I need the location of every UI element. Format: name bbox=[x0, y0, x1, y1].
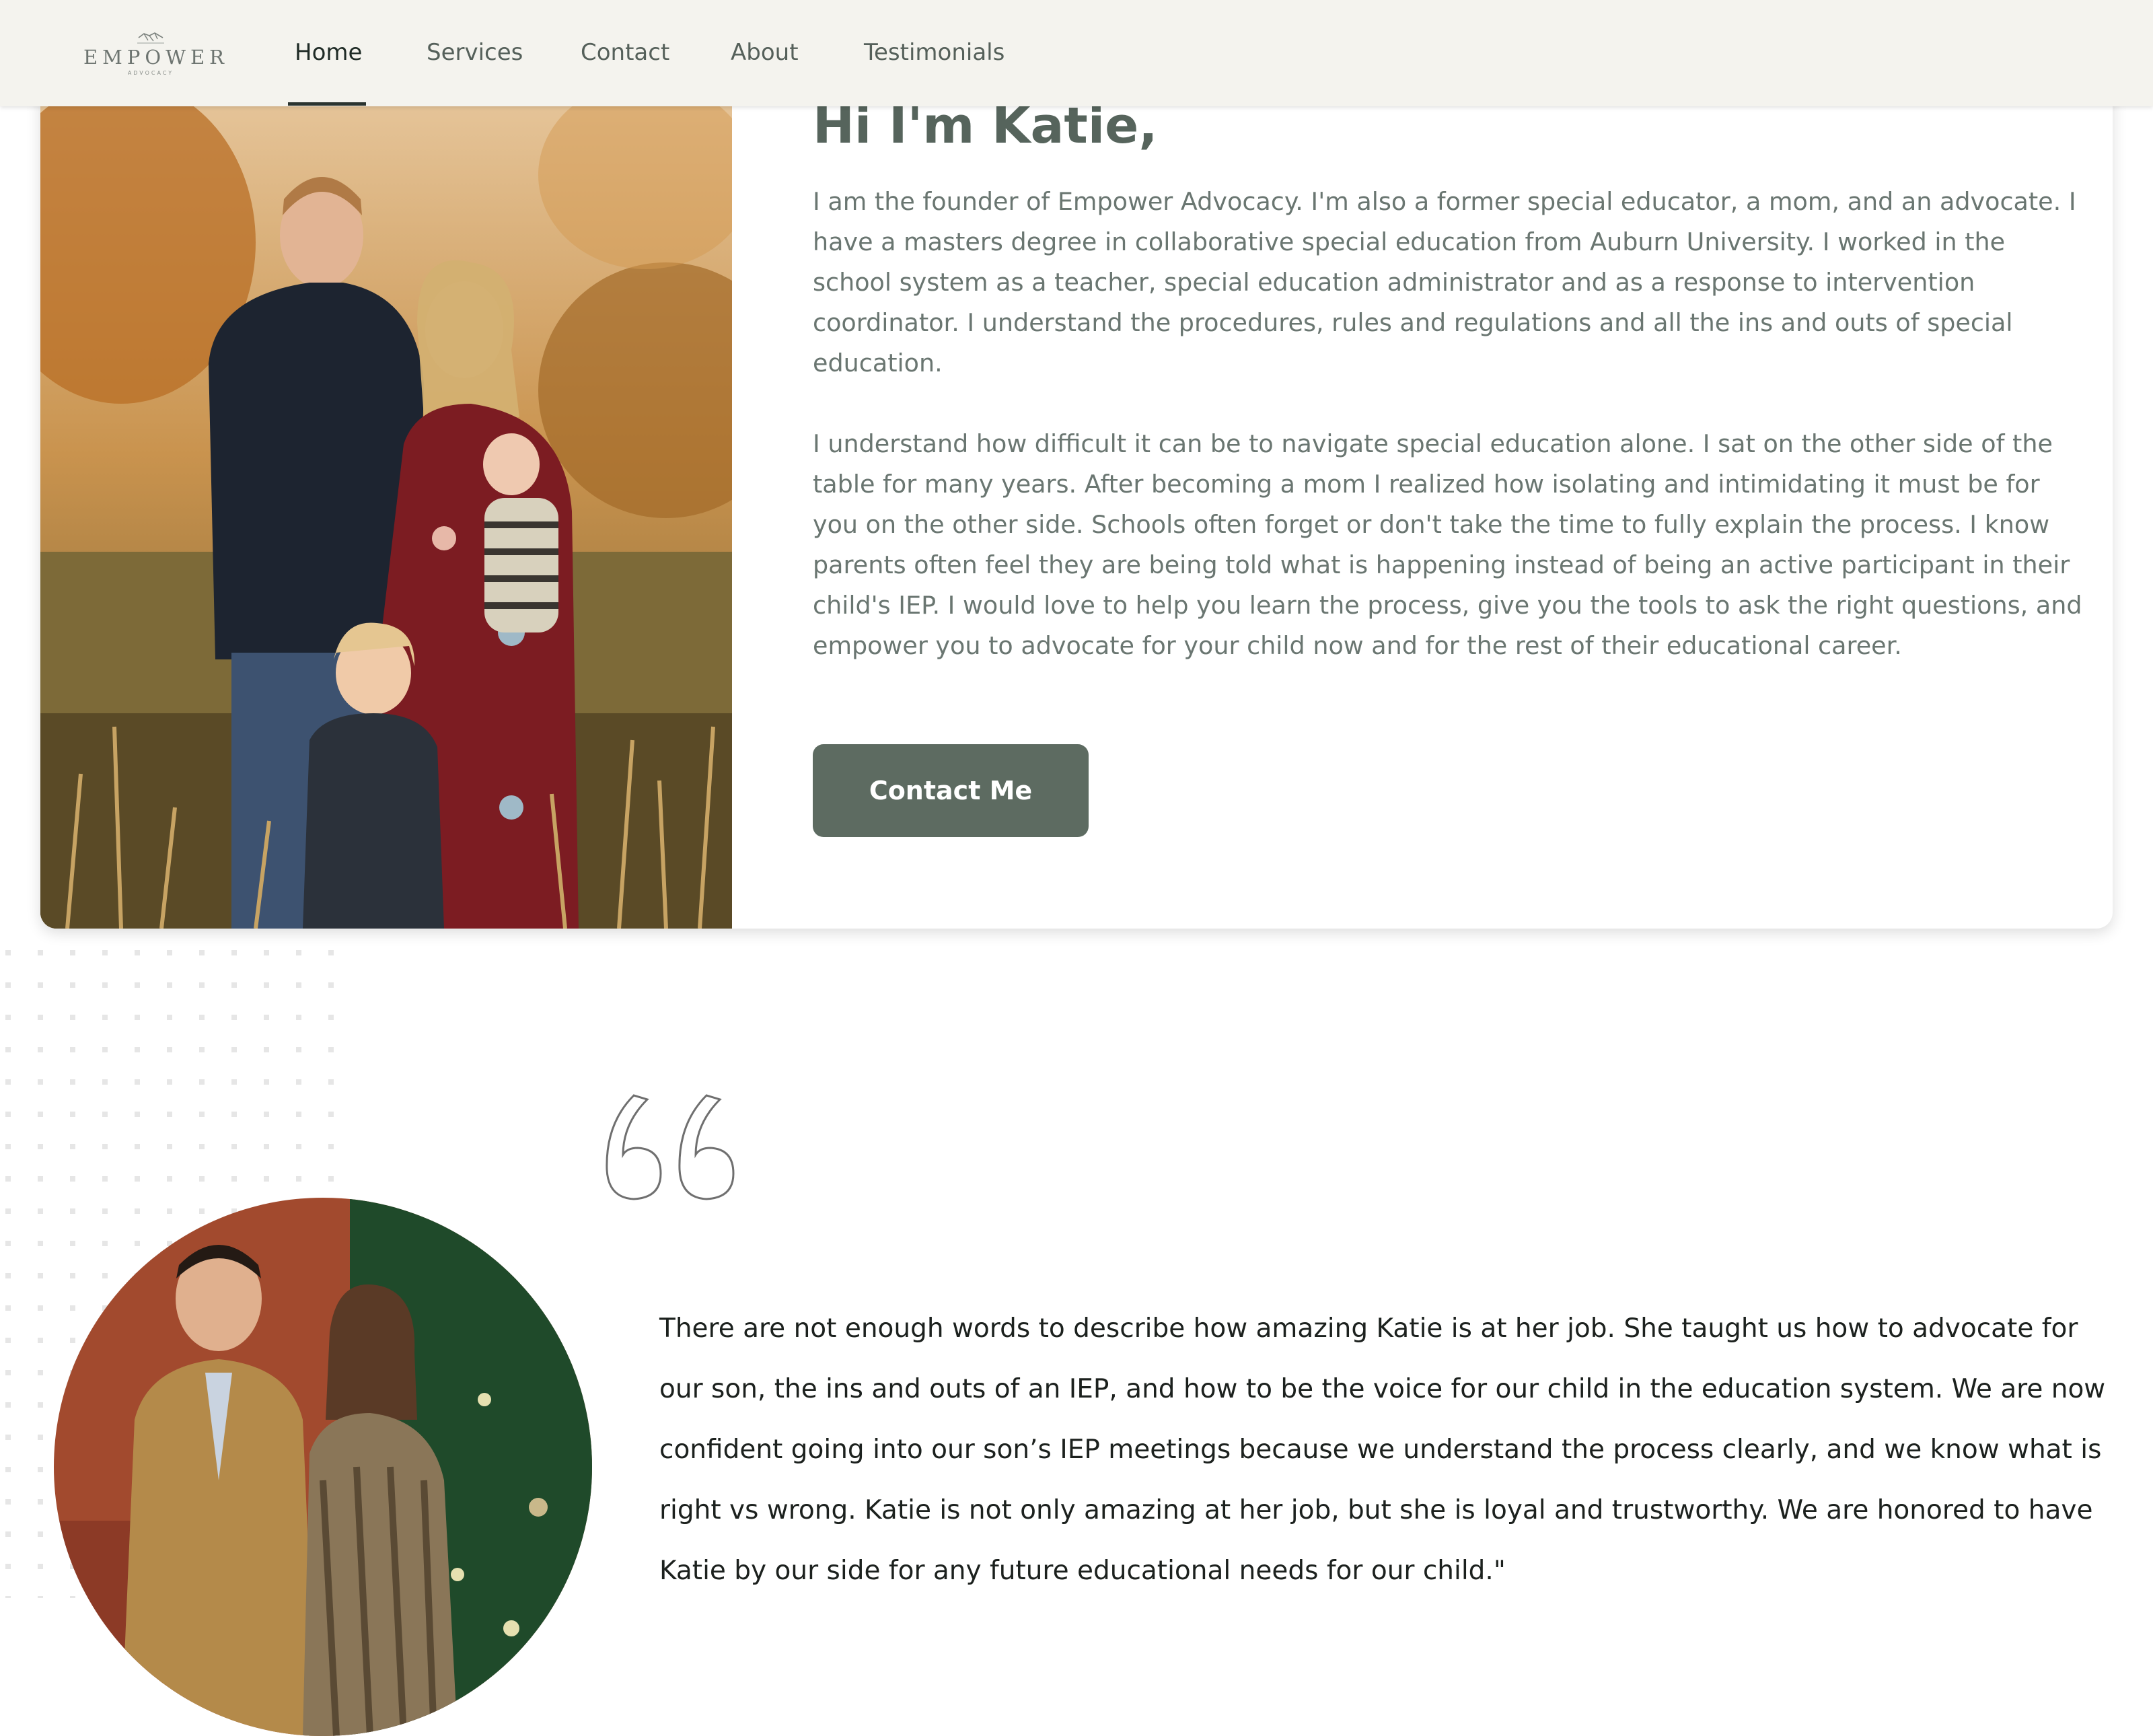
contact-me-button[interactable]: Contact Me bbox=[813, 744, 1089, 837]
about-paragraph-2: I understand how difficult it can be to … bbox=[813, 429, 2082, 660]
top-nav: EMPOWER ADVOCACY Home Services Contact A… bbox=[0, 0, 2153, 106]
client-couple-photo bbox=[54, 1198, 592, 1736]
testimonial-quote-text: There are not enough words to describe h… bbox=[659, 1313, 2106, 1586]
family-photo bbox=[40, 67, 732, 929]
nav-services[interactable]: Services bbox=[427, 39, 523, 66]
active-tab-indicator bbox=[288, 102, 366, 106]
about-card: Hi I'm Katie, I am the founder of Empowe… bbox=[40, 67, 2113, 929]
brand-logo[interactable]: EMPOWER ADVOCACY bbox=[83, 30, 229, 81]
nav-home[interactable]: Home bbox=[295, 39, 362, 66]
about-paragraph-1: I am the founder of Empower Advocacy. I'… bbox=[813, 187, 2076, 377]
nav-contact[interactable]: Contact bbox=[581, 39, 669, 66]
brand-tagline: ADVOCACY bbox=[127, 70, 174, 76]
brand-name: EMPOWER bbox=[83, 46, 229, 69]
nav-testimonials[interactable]: Testimonials bbox=[864, 39, 1005, 66]
testimonial-avatar bbox=[54, 1198, 592, 1736]
quote-icon bbox=[606, 1094, 735, 1200]
nav-about[interactable]: About bbox=[731, 39, 799, 66]
handshake-icon bbox=[137, 32, 164, 44]
